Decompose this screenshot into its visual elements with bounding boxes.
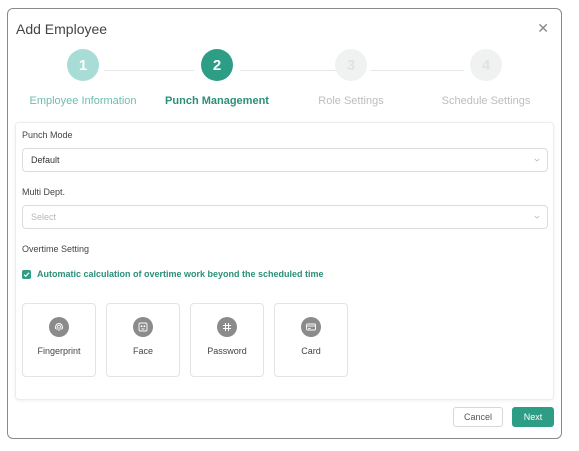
punch-mode-value: Default [31,155,60,165]
multi-dept-select[interactable]: Select [22,205,548,229]
method-label: Fingerprint [37,346,81,356]
multi-dept-placeholder: Select [31,212,57,222]
step-role-settings[interactable]: 3 Role Settings [281,49,421,107]
chevron-down-icon [534,215,540,219]
step-label: Employee Information [29,95,137,107]
multi-dept-label: Multi Dept. [22,187,66,197]
step-number: 4 [470,49,502,81]
dialog-title: Add Employee [16,21,108,37]
step-label: Role Settings [318,95,384,107]
method-label: Password [207,346,247,356]
step-employee-information[interactable]: 1 Employee Information [13,49,153,107]
step-number: 3 [335,49,367,81]
fingerprint-icon [49,317,69,337]
card-icon [301,317,321,337]
step-schedule-settings[interactable]: 4 Schedule Settings [416,49,556,107]
overtime-checkbox[interactable] [22,269,31,279]
next-button[interactable]: Next [512,407,554,427]
punch-management-panel: Punch Mode Default Multi Dept. Select Ov… [15,122,554,400]
step-number: 2 [201,49,233,81]
step-label: Punch Management [165,95,269,107]
punch-methods: Fingerprint Face Password Card [22,303,358,377]
add-employee-dialog: Add Employee ✕ 1 Employee Information 2 … [7,8,562,439]
method-label: Face [132,346,153,356]
overtime-checkbox-label: Automatic calculation of overtime work b… [37,269,324,279]
method-label: Card [301,346,321,356]
overtime-setting-label: Overtime Setting [22,244,90,254]
overtime-checkbox-row[interactable]: Automatic calculation of overtime work b… [22,269,324,279]
face-icon [133,317,153,337]
punch-mode-label: Punch Mode [22,130,73,140]
stepper: 1 Employee Information 2 Punch Managemen… [8,49,561,119]
chevron-down-icon [534,158,540,162]
check-icon [23,271,30,277]
step-number: 1 [67,49,99,81]
punch-mode-select[interactable]: Default [22,148,548,172]
password-icon [217,317,237,337]
method-password[interactable]: Password [190,303,264,377]
close-icon[interactable]: ✕ [537,21,549,35]
step-punch-management[interactable]: 2 Punch Management [147,49,287,107]
method-card[interactable]: Card [274,303,348,377]
cancel-button[interactable]: Cancel [453,407,503,427]
step-label: Schedule Settings [441,95,531,107]
method-fingerprint[interactable]: Fingerprint [22,303,96,377]
method-face[interactable]: Face [106,303,180,377]
